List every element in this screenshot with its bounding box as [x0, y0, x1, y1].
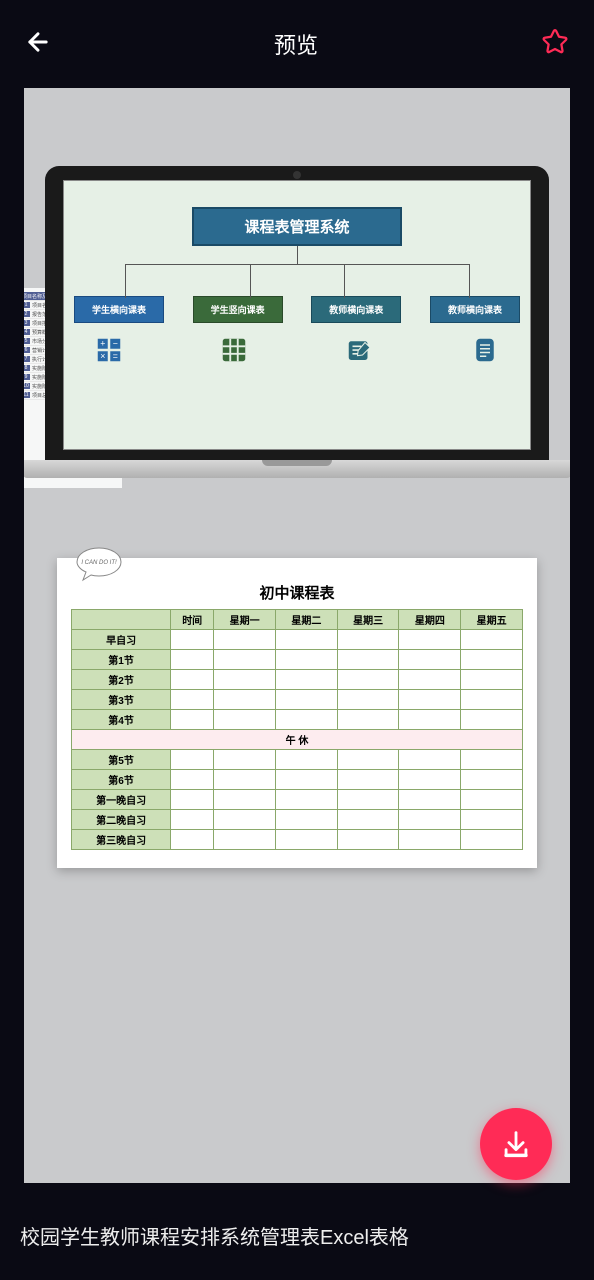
file-title: 校园学生教师课程安排系统管理表Excel表格	[20, 1221, 409, 1250]
back-arrow-icon	[24, 28, 52, 56]
timetable: 时间 星期一 星期二 星期三 星期四 星期五 早自习 第1节 第2节 第3节 第…	[71, 609, 523, 850]
edit-note-icon	[345, 335, 375, 365]
table-row: 第4节	[72, 710, 523, 730]
favorite-button[interactable]	[540, 27, 570, 62]
table-row: 第一晚自习	[72, 790, 523, 810]
break-row: 午 休	[72, 730, 523, 750]
svg-text:×: ×	[100, 351, 105, 361]
table-row: 第三晚自习	[72, 830, 523, 850]
calculator-icon: +−× =	[94, 335, 124, 365]
svg-text:=: =	[113, 351, 118, 361]
timetable-card: I CAN DO IT! 初中课程表 时间 星期一 星期二 星期三 星期四 星期…	[57, 558, 537, 868]
download-icon	[499, 1127, 533, 1161]
back-button[interactable]	[24, 28, 52, 61]
laptop-mockup: 课程表管理系统 学生横向课表 学生竖向课表 教师横向课表 教师横向课表 +−×=	[45, 166, 549, 478]
table-header-row: 时间 星期一 星期二 星期三 星期四 星期五	[72, 610, 523, 630]
download-button[interactable]	[480, 1108, 552, 1180]
table-row: 早自习	[72, 630, 523, 650]
page-title: 预览	[274, 28, 318, 60]
table-row: 第1节	[72, 650, 523, 670]
svg-text:I CAN DO IT!: I CAN DO IT!	[81, 560, 117, 566]
svg-text:+: +	[100, 338, 105, 348]
table-row: 第二晚自习	[72, 810, 523, 830]
preview-canvas[interactable]: 项目名称及提案 项目名称 报告范围 项目描述 预算概览 市场分析 营销计划 执行…	[24, 88, 570, 1183]
table-row: 第3节	[72, 690, 523, 710]
grid-icon	[219, 335, 249, 365]
table-row: 第5节	[72, 750, 523, 770]
svg-text:−: −	[113, 338, 118, 348]
system-title: 课程表管理系统	[192, 207, 402, 246]
table-row: 第6节	[72, 770, 523, 790]
speech-cloud-icon: I CAN DO IT!	[69, 542, 129, 586]
document-icon	[470, 335, 500, 365]
timetable-title: 初中课程表	[71, 582, 523, 603]
table-row: 第2节	[72, 670, 523, 690]
star-icon	[540, 27, 570, 57]
